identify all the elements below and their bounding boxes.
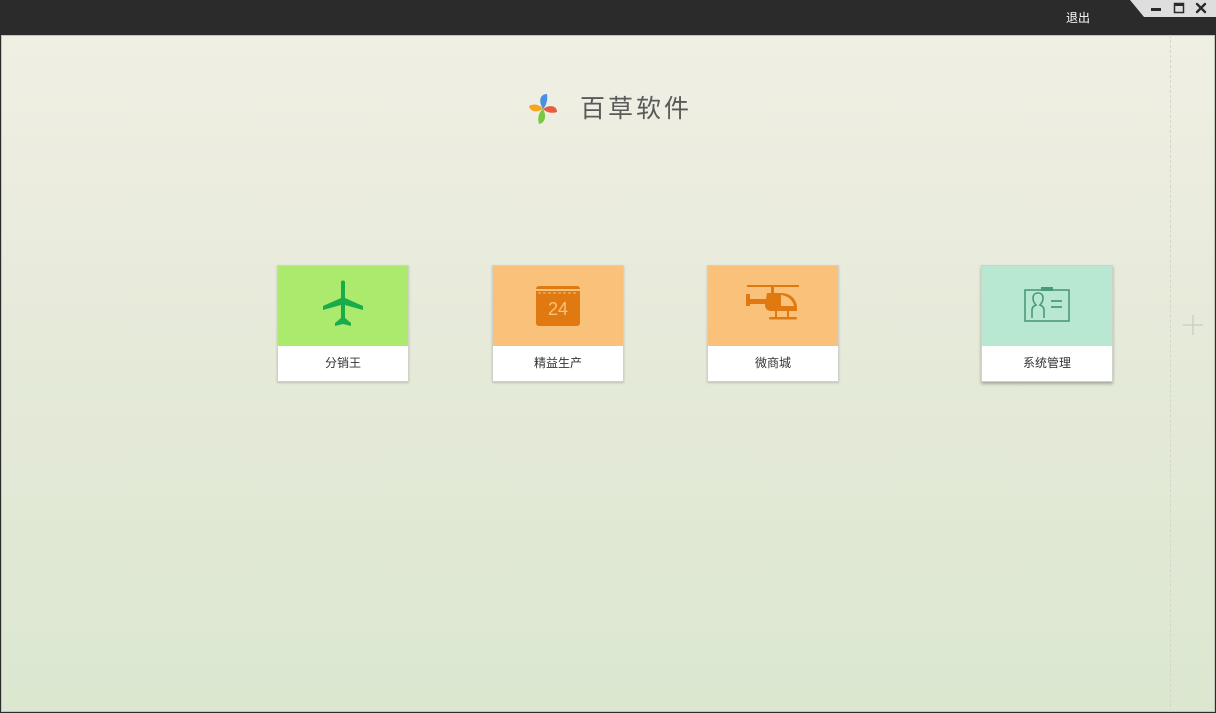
tile-icon-area bbox=[278, 266, 408, 346]
app-tile-jingyishengchan[interactable]: 24 精益生产 bbox=[492, 265, 624, 382]
close-icon[interactable] bbox=[1193, 1, 1209, 15]
tile-label: 分销王 bbox=[324, 356, 361, 370]
logout-button[interactable]: 退出 bbox=[1060, 10, 1096, 26]
airplane-icon bbox=[321, 280, 365, 332]
side-panel-divider bbox=[1170, 35, 1171, 712]
tile-icon-area bbox=[708, 266, 838, 346]
id-card-icon bbox=[1024, 286, 1070, 326]
plus-icon[interactable] bbox=[1182, 314, 1204, 336]
tile-icon-area bbox=[982, 266, 1112, 346]
maximize-icon[interactable] bbox=[1171, 1, 1187, 15]
minimize-icon[interactable] bbox=[1148, 1, 1164, 15]
tile-label: 精益生产 bbox=[533, 356, 582, 370]
brand-header: 百草软件 bbox=[526, 91, 706, 127]
tile-icon-area: 24 bbox=[493, 266, 623, 346]
title-bar: 退出 bbox=[0, 0, 1216, 35]
app-tile-xitongguanli[interactable]: 系统管理 bbox=[981, 265, 1113, 382]
calendar-icon: 24 bbox=[535, 285, 581, 327]
brand-name: 百草软件 bbox=[580, 94, 693, 123]
tile-label: 微商城 bbox=[754, 356, 791, 370]
calendar-day: 24 bbox=[547, 299, 569, 319]
app-tile-weishangcheng[interactable]: 微商城 bbox=[707, 265, 839, 382]
app-tile-fenxiaowang[interactable]: 分销王 bbox=[277, 265, 409, 382]
window-controls bbox=[1130, 0, 1216, 17]
helicopter-icon bbox=[745, 284, 801, 328]
tile-label: 系统管理 bbox=[1022, 356, 1071, 370]
pinwheel-logo-icon bbox=[526, 91, 560, 127]
